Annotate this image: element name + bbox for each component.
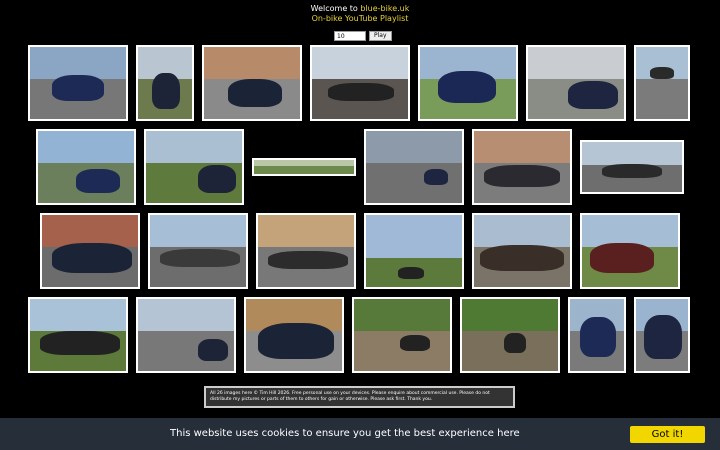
photo-thumbnail[interactable] (634, 297, 690, 373)
slideshow-controls: Play (334, 31, 392, 41)
cookie-banner: This website uses cookies to ensure you … (0, 418, 720, 450)
photo-thumbnail[interactable] (472, 129, 572, 205)
photo-thumbnail[interactable] (252, 158, 356, 176)
photo-thumbnail[interactable] (28, 297, 128, 373)
photo-thumbnail[interactable] (568, 297, 626, 373)
photo-thumbnail[interactable] (136, 297, 236, 373)
photo-thumbnail[interactable] (526, 45, 626, 121)
welcome-text: Welcome to (310, 4, 361, 13)
photo-thumbnail[interactable] (460, 297, 560, 373)
slide-count-input[interactable] (334, 31, 366, 41)
site-header: Welcome to blue-bike.uk On-bike YouTube … (0, 4, 720, 24)
photo-thumbnail[interactable] (36, 129, 136, 205)
photo-thumbnail[interactable] (310, 45, 410, 121)
photo-thumbnail[interactable] (634, 45, 690, 121)
play-button[interactable]: Play (369, 31, 392, 41)
cookie-accept-button[interactable]: Got it! (630, 426, 705, 443)
brand-link[interactable]: blue-bike.uk (360, 4, 409, 13)
copyright-notice: All 26 images here © Tim Hill 2026. Free… (204, 386, 515, 408)
cookie-message: This website uses cookies to ensure you … (170, 428, 520, 439)
photo-thumbnail[interactable] (364, 213, 464, 289)
photo-thumbnail[interactable] (580, 140, 684, 194)
photo-thumbnail[interactable] (202, 45, 302, 121)
photo-thumbnail[interactable] (364, 129, 464, 205)
photo-thumbnail[interactable] (472, 213, 572, 289)
photo-thumbnail[interactable] (256, 213, 356, 289)
youtube-playlist-link[interactable]: On-bike YouTube Playlist (0, 14, 720, 24)
photo-thumbnail[interactable] (418, 45, 518, 121)
photo-thumbnail[interactable] (244, 297, 344, 373)
photo-thumbnail[interactable] (352, 297, 452, 373)
photo-thumbnail[interactable] (28, 45, 128, 121)
welcome-line: Welcome to blue-bike.uk (0, 4, 720, 14)
photo-thumbnail[interactable] (580, 213, 680, 289)
photo-thumbnail[interactable] (40, 213, 140, 289)
photo-thumbnail[interactable] (136, 45, 194, 121)
photo-thumbnail[interactable] (148, 213, 248, 289)
photo-thumbnail[interactable] (144, 129, 244, 205)
